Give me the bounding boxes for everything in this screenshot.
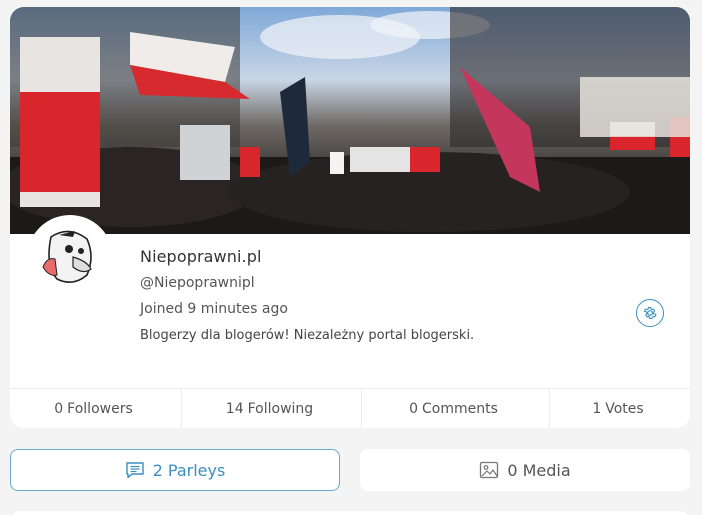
- tab-count: 0: [507, 460, 518, 480]
- stat-label: Followers: [67, 401, 133, 417]
- tab-parleys[interactable]: 2 Parleys: [10, 449, 340, 491]
- stat-count: 0: [409, 401, 419, 417]
- chat-icon: [125, 461, 145, 479]
- stat-followers[interactable]: 0 Followers: [10, 389, 182, 428]
- tab-label: Media: [522, 460, 571, 480]
- stat-following[interactable]: 14 Following: [182, 389, 362, 428]
- stat-count: 14: [225, 401, 244, 417]
- avatar[interactable]: [29, 217, 111, 299]
- stat-label: Following: [247, 401, 314, 417]
- stat-count: 1: [592, 401, 602, 417]
- profile-bio: Blogerzy dla blogerów! Niezależny portal…: [140, 328, 475, 343]
- avatar-image: [29, 217, 111, 299]
- gear-icon: [643, 307, 657, 319]
- tab-count: 2: [152, 460, 163, 480]
- stat-label: Votes: [605, 401, 644, 417]
- stat-comments[interactable]: 0 Comments: [362, 389, 550, 428]
- image-icon: [479, 461, 499, 479]
- tab-media[interactable]: 0 Media: [360, 449, 690, 491]
- stat-label: Comments: [422, 401, 498, 417]
- user-handle: @Niepoprawnipl: [140, 275, 255, 291]
- feed-container-top: [10, 511, 690, 515]
- joined-date: Joined 9 minutes ago: [140, 301, 288, 317]
- banner-image: [10, 7, 690, 234]
- settings-button[interactable]: [636, 299, 664, 327]
- stat-count: 0: [54, 401, 64, 417]
- profile-stats: 0 Followers 14 Following 0 Comments 1 Vo…: [10, 388, 690, 428]
- stat-votes[interactable]: 1 Votes: [550, 389, 690, 428]
- tab-label: Parleys: [167, 460, 226, 480]
- display-name: Niepoprawni.pl: [140, 247, 262, 266]
- profile-card: Niepoprawni.pl @Niepoprawnipl Joined 9 m…: [10, 7, 690, 428]
